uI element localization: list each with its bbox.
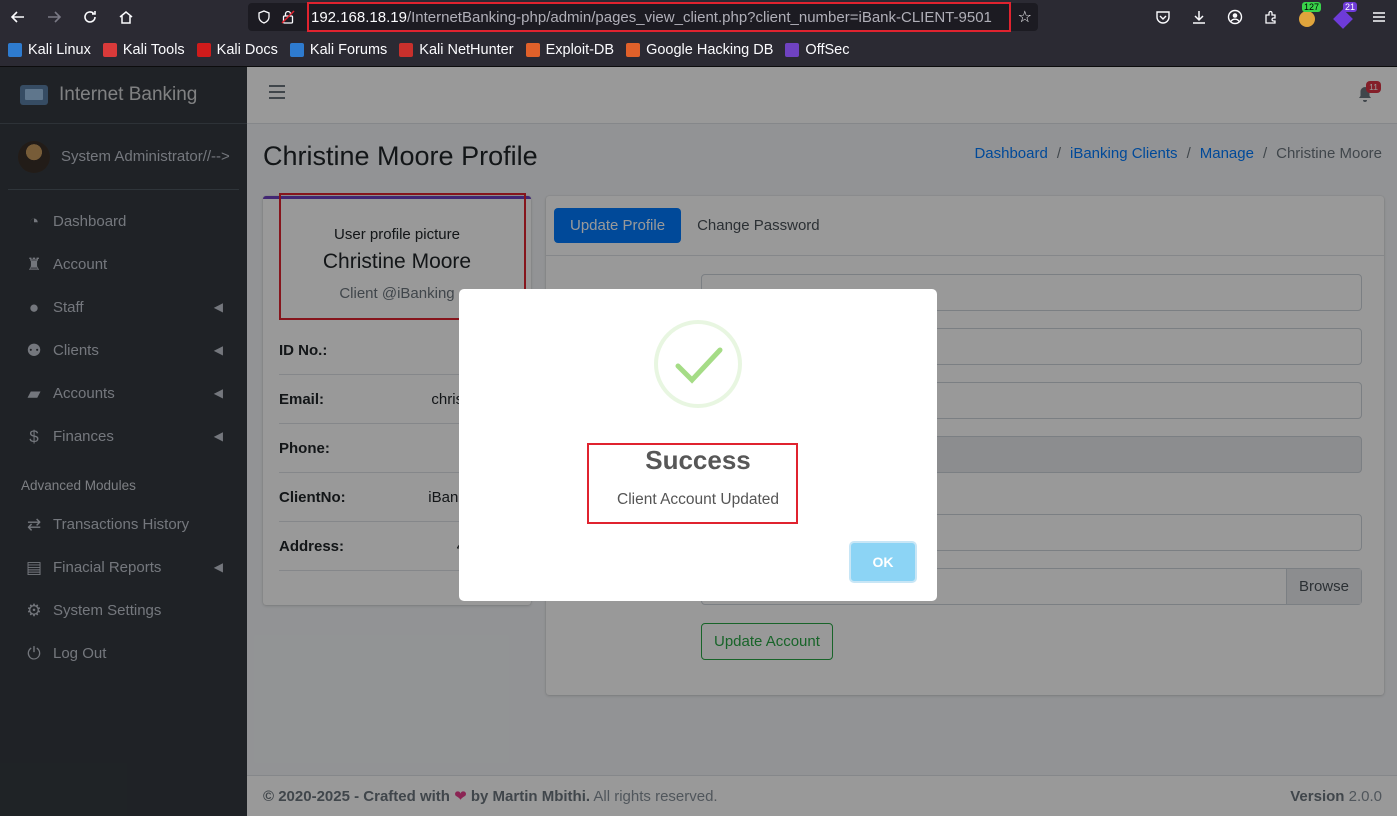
success-modal: Success Client Account Updated OK (459, 289, 937, 601)
bookmark-item[interactable]: Kali Docs (196, 41, 278, 58)
bookmark-favicon-icon (102, 42, 117, 57)
bookmark-item[interactable]: Google Hacking DB (626, 42, 773, 58)
bookmark-favicon-icon (196, 42, 211, 57)
annotation-box (587, 443, 798, 524)
download-icon[interactable] (1181, 0, 1217, 33)
bookmark-label: Google Hacking DB (646, 41, 774, 58)
bookmark-star-icon[interactable]: ☆ (1018, 7, 1032, 27)
bookmark-label: Kali Tools (122, 41, 185, 58)
bookmark-item[interactable]: Exploit-DB (525, 41, 615, 58)
extension-gem-icon[interactable]: 21 (1325, 0, 1361, 33)
bookmark-label: Exploit-DB (545, 41, 615, 58)
insecure-lock-icon[interactable] (276, 10, 300, 24)
bookmark-favicon-icon (785, 42, 800, 57)
bookmark-label: Kali Linux (28, 41, 91, 58)
extension-badge-2: 21 (1342, 2, 1357, 12)
success-check-icon (654, 320, 742, 408)
bookmark-item[interactable]: Kali Tools (102, 41, 185, 58)
bookmark-item[interactable]: Kali Linux (8, 42, 91, 58)
pocket-icon[interactable] (1145, 0, 1181, 33)
bookmark-label: OffSec (805, 41, 850, 58)
forward-icon[interactable] (36, 0, 72, 33)
modal-backdrop-sidebar[interactable] (0, 67, 247, 816)
bookmark-label: Kali NetHunter (419, 41, 514, 58)
url-bar[interactable]: 192.168.18.19/InternetBanking-php/admin/… (248, 2, 1038, 32)
bookmark-favicon-icon (525, 42, 540, 57)
extensions-icon[interactable] (1253, 0, 1289, 33)
menu-icon[interactable] (1361, 0, 1397, 33)
bookmarks-bar: Kali Linux Kali Tools Kali Docs Kali Forums… (0, 33, 1397, 67)
url-host: 192.168.18.19 (311, 8, 407, 26)
back-icon[interactable] (0, 0, 36, 33)
bookmark-favicon-icon (626, 42, 641, 57)
toolbar-right: 127 21 (1145, 0, 1397, 33)
bookmark-label: Kali Docs (216, 41, 278, 58)
extension-cookie-icon[interactable]: 127 (1289, 0, 1325, 33)
bookmark-item[interactable]: Kali Forums (289, 41, 388, 58)
bookmark-favicon-icon (8, 42, 22, 57)
home-icon[interactable] (108, 0, 144, 33)
account-icon[interactable] (1217, 0, 1253, 33)
bookmark-favicon-icon (399, 42, 414, 57)
url-path: /InternetBanking-php/admin/pages_view_cl… (406, 8, 992, 26)
bookmark-item[interactable]: OffSec (785, 42, 849, 58)
reload-icon[interactable] (72, 0, 108, 33)
bookmark-label: Kali Forums (309, 41, 388, 58)
ok-button[interactable]: OK (849, 541, 917, 583)
url-text[interactable]: 192.168.18.19/InternetBanking-php/admin/… (307, 2, 1011, 32)
bookmark-favicon-icon (289, 42, 304, 57)
extension-badge: 127 (1301, 2, 1321, 12)
shield-icon[interactable] (252, 10, 276, 24)
bookmark-item[interactable]: Kali NetHunter (399, 41, 514, 58)
browser-toolbar: 192.168.18.19/InternetBanking-php/admin/… (0, 0, 1397, 33)
